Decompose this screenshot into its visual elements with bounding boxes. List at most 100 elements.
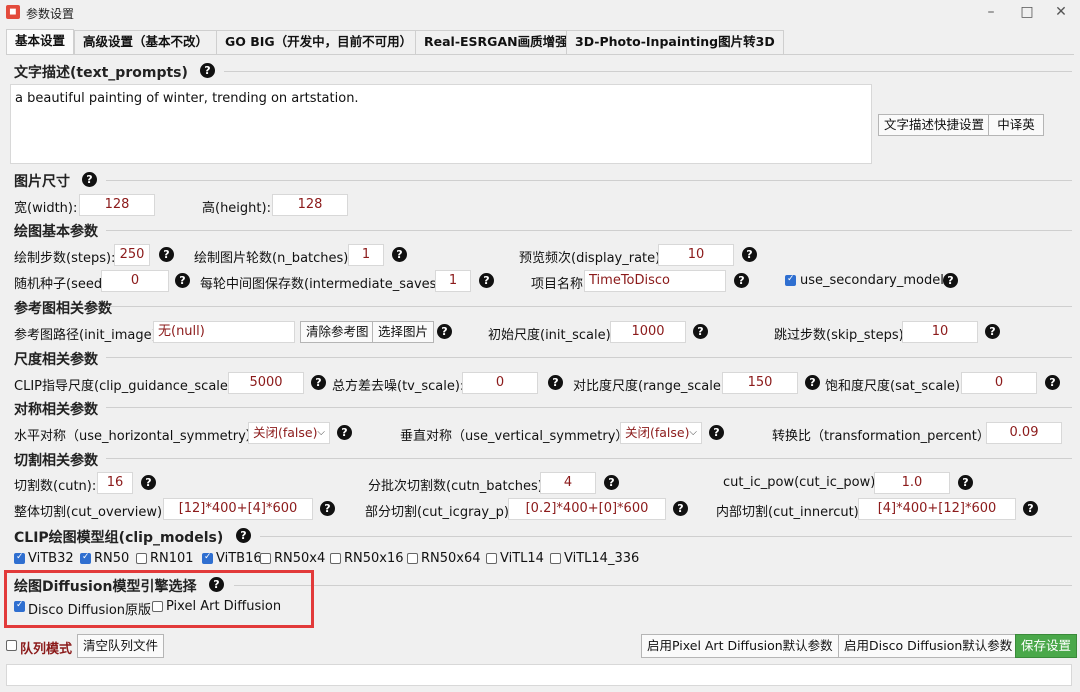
divider: [234, 585, 1072, 586]
help-icon[interactable]: ?: [175, 273, 190, 288]
queue-mode-checkbox[interactable]: [6, 640, 17, 651]
tab-advanced[interactable]: 高级设置（基本不改）: [74, 30, 218, 54]
help-icon[interactable]: ?: [604, 475, 619, 490]
help-icon[interactable]: ?: [985, 324, 1000, 339]
help-icon[interactable]: ?: [734, 273, 749, 288]
help-icon[interactable]: ?: [693, 324, 708, 339]
minimize-icon[interactable]: –: [976, 2, 1006, 22]
close-icon[interactable]: ✕: [1046, 2, 1076, 22]
tab-go-big[interactable]: GO BIG（开发中，目前不可用）: [216, 30, 422, 54]
help-icon[interactable]: ?: [320, 501, 335, 516]
cutn-batches-input[interactable]: 4: [540, 472, 596, 494]
clip-model-checkbox[interactable]: [260, 553, 271, 564]
clip-model-checkbox[interactable]: [330, 553, 341, 564]
height-input[interactable]: 128: [272, 194, 348, 216]
help-icon[interactable]: ?: [943, 273, 958, 288]
quick-setting-button[interactable]: 文字描述快捷设置: [878, 114, 991, 136]
help-icon[interactable]: ?: [82, 172, 97, 187]
help-icon[interactable]: ?: [392, 247, 407, 262]
skip-steps-input[interactable]: 10: [902, 321, 978, 343]
width-input[interactable]: 128: [79, 194, 155, 216]
help-icon[interactable]: ?: [1023, 501, 1038, 516]
select-image-button[interactable]: 选择图片: [372, 321, 435, 343]
help-icon[interactable]: ?: [673, 501, 688, 516]
seed-label: 随机种子(seed):: [14, 277, 112, 292]
help-icon[interactable]: ?: [548, 375, 563, 390]
init-image-input[interactable]: 无(null): [153, 321, 295, 343]
help-icon[interactable]: ?: [141, 475, 156, 490]
divider: [106, 407, 1072, 408]
horizontal-symmetry-label: 水平对称（use_horizontal_symmetry）: [14, 429, 259, 444]
clear-init-button[interactable]: 清除参考图: [300, 321, 375, 343]
help-icon[interactable]: ?: [709, 425, 724, 440]
range-scale-input[interactable]: 150: [722, 372, 798, 394]
clip-model-checkbox[interactable]: [80, 552, 91, 564]
display-rate-input[interactable]: 10: [658, 244, 734, 266]
translate-button[interactable]: 中译英: [988, 114, 1044, 136]
clip-model-checkbox[interactable]: [550, 553, 561, 564]
n-batches-input[interactable]: 1: [348, 244, 384, 266]
help-icon[interactable]: ?: [337, 425, 352, 440]
vertical-symmetry-select[interactable]: 关闭(false) ⌵: [620, 422, 702, 444]
clip-model-checkbox[interactable]: [14, 552, 25, 564]
clip-model-checkbox[interactable]: [486, 553, 497, 564]
tv-scale-label: 总方差去噪(tv_scale):: [332, 379, 465, 394]
cutn-batches-label: 分批次切割数(cutn_batches):: [368, 479, 548, 494]
save-settings-button[interactable]: 保存设置: [1015, 634, 1078, 658]
init-scale-input[interactable]: 1000: [610, 321, 686, 343]
help-icon[interactable]: ?: [311, 375, 326, 390]
steps-label: 绘制步数(steps):: [14, 251, 116, 266]
clip-model-label: RN50x64: [421, 551, 481, 566]
sat-scale-label: 饱和度尺度(sat_scale):: [825, 379, 965, 394]
help-icon[interactable]: ?: [437, 324, 452, 339]
seed-input[interactable]: 0: [101, 270, 169, 292]
project-name-input[interactable]: TimeToDisco: [584, 270, 726, 292]
status-bar: [6, 664, 1072, 686]
text-prompts-input[interactable]: a beautiful painting of winter, trending…: [10, 84, 872, 164]
cutn-input[interactable]: 16: [97, 472, 133, 494]
clip-model-checkbox[interactable]: [202, 552, 213, 564]
height-label: 高(height):: [202, 201, 271, 216]
cut-innercut-input[interactable]: [4]*400+[12]*600: [858, 498, 1016, 520]
help-icon[interactable]: ?: [805, 375, 820, 390]
cut-icgray-input[interactable]: [0.2]*400+[0]*600: [508, 498, 666, 520]
maximize-icon[interactable]: □: [1012, 2, 1042, 22]
disco-default-button[interactable]: 启用Disco Diffusion默认参数: [838, 634, 1019, 658]
text-prompts-value: a beautiful painting of winter, trending…: [15, 91, 359, 106]
section-title-basic: 绘图基本参数: [14, 224, 98, 240]
clip-guidance-label: CLIP指导尺度(clip_guidance_scale):: [14, 379, 238, 394]
cut-overview-input[interactable]: [12]*400+[4]*600: [163, 498, 313, 520]
pixel-art-default-button[interactable]: 启用Pixel Art Diffusion默认参数: [641, 634, 839, 658]
divider: [106, 180, 1072, 181]
clip-model-checkbox[interactable]: [136, 553, 147, 564]
clip-model-checkbox[interactable]: [407, 553, 418, 564]
clip-model-label: RN50x4: [274, 551, 326, 566]
horizontal-symmetry-select[interactable]: 关闭(false) ⌵: [248, 422, 330, 444]
section-title-text-prompts: 文字描述(text_prompts): [14, 65, 188, 81]
help-icon[interactable]: ?: [958, 475, 973, 490]
clear-queue-button[interactable]: 清空队列文件: [77, 634, 165, 658]
width-label: 宽(width):: [14, 201, 78, 216]
intermediate-saves-input[interactable]: 1: [435, 270, 471, 292]
help-icon[interactable]: ?: [1045, 375, 1060, 390]
steps-input[interactable]: 250: [114, 244, 150, 266]
clip-guidance-input[interactable]: 5000: [228, 372, 304, 394]
help-icon[interactable]: ?: [236, 528, 251, 543]
project-name-label: 项目名称: [531, 277, 584, 292]
help-icon[interactable]: ?: [200, 63, 215, 78]
help-icon[interactable]: ?: [159, 247, 174, 262]
tv-scale-input[interactable]: 0: [462, 372, 538, 394]
secondary-model-checkbox[interactable]: [785, 274, 796, 286]
transformation-percent-input[interactable]: 0.09: [986, 422, 1062, 444]
tab-real-esrgan[interactable]: Real-ESRGAN画质增强: [415, 30, 577, 54]
tab-3d-photo[interactable]: 3D-Photo-Inpainting图片转3D: [566, 30, 784, 54]
help-icon[interactable]: ?: [479, 273, 494, 288]
section-title-symmetry: 对称相关参数: [14, 402, 98, 418]
sat-scale-input[interactable]: 0: [961, 372, 1037, 394]
init-image-label: 参考图路径(init_image):: [14, 328, 162, 343]
tab-basic[interactable]: 基本设置: [6, 29, 75, 55]
cut-ic-pow-input[interactable]: 1.0: [874, 472, 950, 494]
init-scale-label: 初始尺度(init_scale):: [488, 328, 616, 343]
skip-steps-label: 跳过步数(skip_steps):: [774, 328, 909, 343]
help-icon[interactable]: ?: [742, 247, 757, 262]
